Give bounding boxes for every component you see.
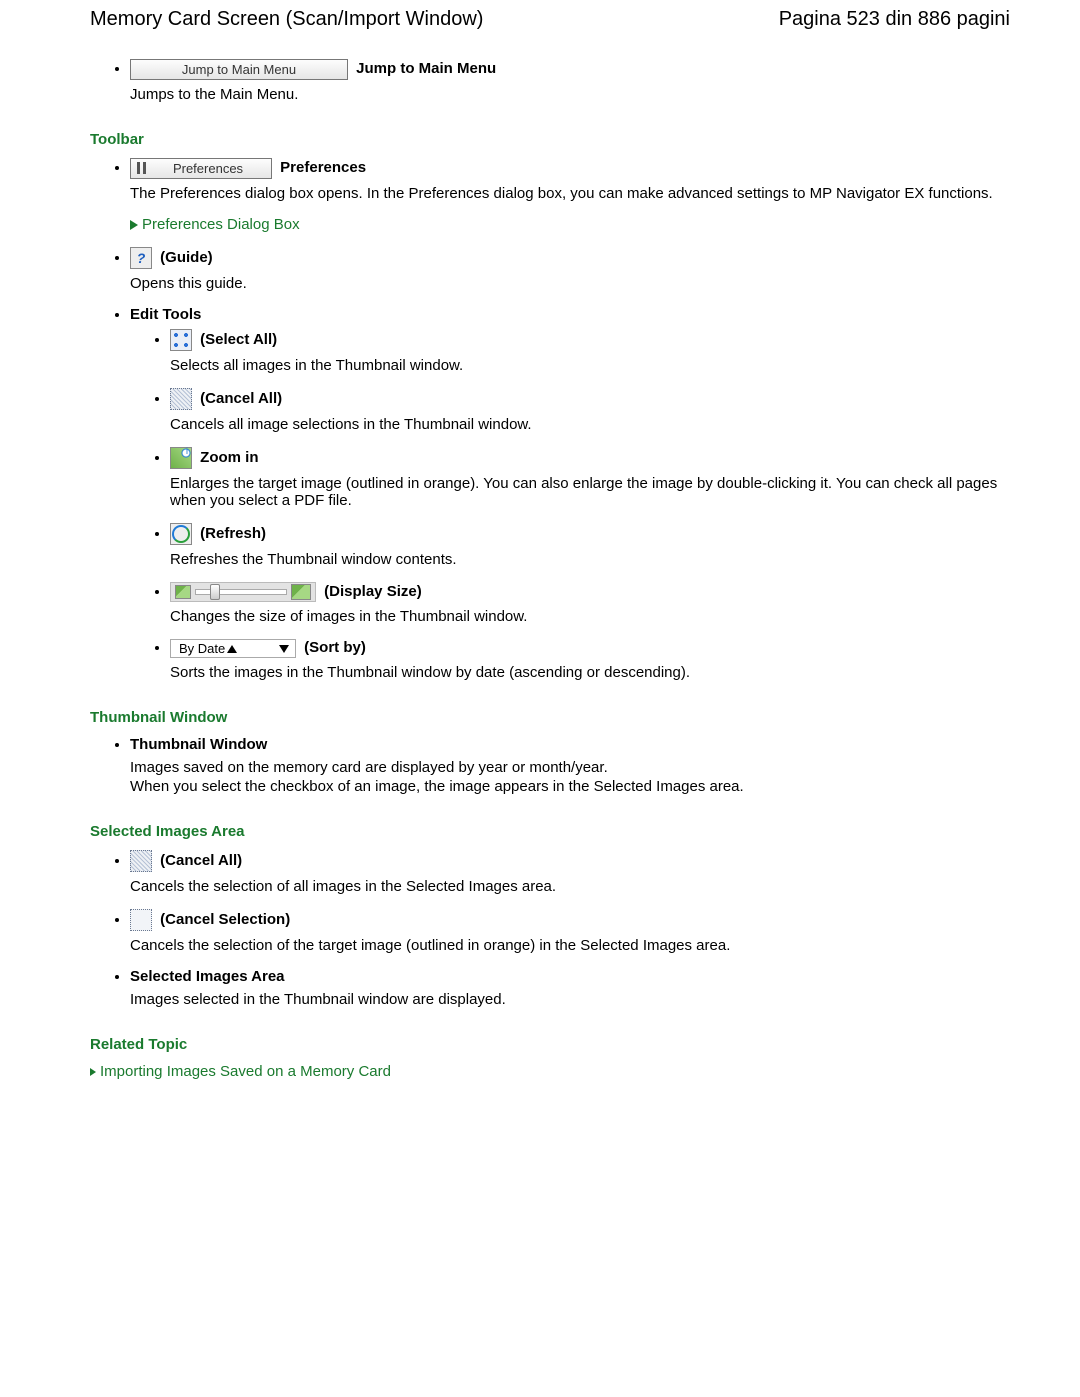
- display-size-label: (Display Size): [324, 583, 422, 600]
- jump-list: Jump to Main Menu Jump to Main Menu Jump…: [90, 59, 1010, 103]
- select-all-desc: Selects all images in the Thumbnail wind…: [170, 357, 1010, 374]
- toolbar-heading: Toolbar: [90, 131, 1010, 148]
- guide-desc: Opens this guide.: [130, 275, 1010, 292]
- preferences-label: Preferences: [280, 159, 366, 176]
- edit-tools-label: Edit Tools: [130, 306, 201, 323]
- thumbnail-desc1: Images saved on the memory card are disp…: [130, 759, 1010, 776]
- selected-heading: Selected Images Area: [90, 823, 1010, 840]
- thumbnail-heading: Thumbnail Window: [90, 709, 1010, 726]
- sort-by-dropdown[interactable]: By Date: [170, 639, 296, 658]
- related-heading: Related Topic: [90, 1036, 1010, 1053]
- select-all-label: (Select All): [200, 331, 277, 348]
- cancel-selection-desc: Cancels the selection of the target imag…: [130, 937, 1010, 954]
- refresh-icon[interactable]: [170, 523, 192, 545]
- arrow-right-icon: [130, 220, 138, 230]
- page-title: Memory Card Screen (Scan/Import Window): [90, 8, 483, 31]
- jump-to-main-menu-button[interactable]: Jump to Main Menu: [130, 59, 348, 80]
- select-all-icon[interactable]: [170, 329, 192, 351]
- arrow-right-icon: [90, 1068, 96, 1076]
- thumb-large-icon: [291, 584, 311, 600]
- selected-area-desc: Images selected in the Thumbnail window …: [130, 991, 1010, 1008]
- slider-track[interactable]: [195, 589, 287, 595]
- sort-by-desc: Sorts the images in the Thumbnail window…: [170, 664, 1010, 681]
- display-size-desc: Changes the size of images in the Thumbn…: [170, 608, 1010, 625]
- guide-label: (Guide): [160, 249, 213, 266]
- display-size-slider[interactable]: [170, 582, 316, 602]
- jump-to-main-menu-label: Jump to Main Menu: [356, 60, 496, 77]
- cancel-all-label: (Cancel All): [200, 390, 282, 407]
- sort-ascending-icon: [227, 645, 237, 653]
- sort-by-selected: By Date: [179, 641, 225, 656]
- thumbnail-desc2: When you select the checkbox of an image…: [130, 778, 1010, 795]
- page: Memory Card Screen (Scan/Import Window) …: [50, 0, 1030, 1140]
- toolbar-list: Preferences Preferences The Preferences …: [90, 158, 1010, 681]
- zoom-in-label: Zoom in: [200, 449, 258, 466]
- page-header: Memory Card Screen (Scan/Import Window) …: [90, 8, 1010, 31]
- preferences-desc: The Preferences dialog box opens. In the…: [130, 185, 1010, 202]
- sort-by-label: (Sort by): [304, 639, 366, 656]
- zoom-in-desc: Enlarges the target image (outlined in o…: [170, 475, 1010, 509]
- refresh-desc: Refreshes the Thumbnail window contents.: [170, 551, 1010, 568]
- preferences-dialog-link[interactable]: Preferences Dialog Box: [142, 216, 300, 233]
- guide-icon[interactable]: [130, 247, 152, 269]
- cancel-all-icon[interactable]: [170, 388, 192, 410]
- selected-cancel-all-desc: Cancels the selection of all images in t…: [130, 878, 1010, 895]
- thumbnail-sub-label: Thumbnail Window: [130, 736, 267, 753]
- refresh-label: (Refresh): [200, 525, 266, 542]
- cancel-selection-icon[interactable]: [130, 909, 152, 931]
- selected-list: (Cancel All) Cancels the selection of al…: [90, 850, 1010, 1008]
- pagination: Pagina 523 din 886 pagini: [779, 8, 1010, 31]
- jump-desc: Jumps to the Main Menu.: [130, 86, 1010, 103]
- preferences-link-row: Preferences Dialog Box: [130, 216, 1010, 233]
- thumbnail-list: Thumbnail Window Images saved on the mem…: [90, 736, 1010, 795]
- thumb-small-icon: [175, 585, 191, 599]
- related-link-row: Importing Images Saved on a Memory Card: [90, 1063, 1010, 1080]
- cancel-selection-label: (Cancel Selection): [160, 911, 290, 928]
- chevron-down-icon: [279, 645, 289, 653]
- selected-area-label: Selected Images Area: [130, 968, 285, 985]
- preferences-button[interactable]: Preferences: [130, 158, 272, 179]
- selected-cancel-all-icon[interactable]: [130, 850, 152, 872]
- zoom-in-icon[interactable]: [170, 447, 192, 469]
- related-topic-link[interactable]: Importing Images Saved on a Memory Card: [100, 1063, 391, 1080]
- cancel-all-desc: Cancels all image selections in the Thum…: [170, 416, 1010, 433]
- edit-tools-list: (Select All) Selects all images in the T…: [130, 329, 1010, 681]
- selected-cancel-all-label: (Cancel All): [160, 852, 242, 869]
